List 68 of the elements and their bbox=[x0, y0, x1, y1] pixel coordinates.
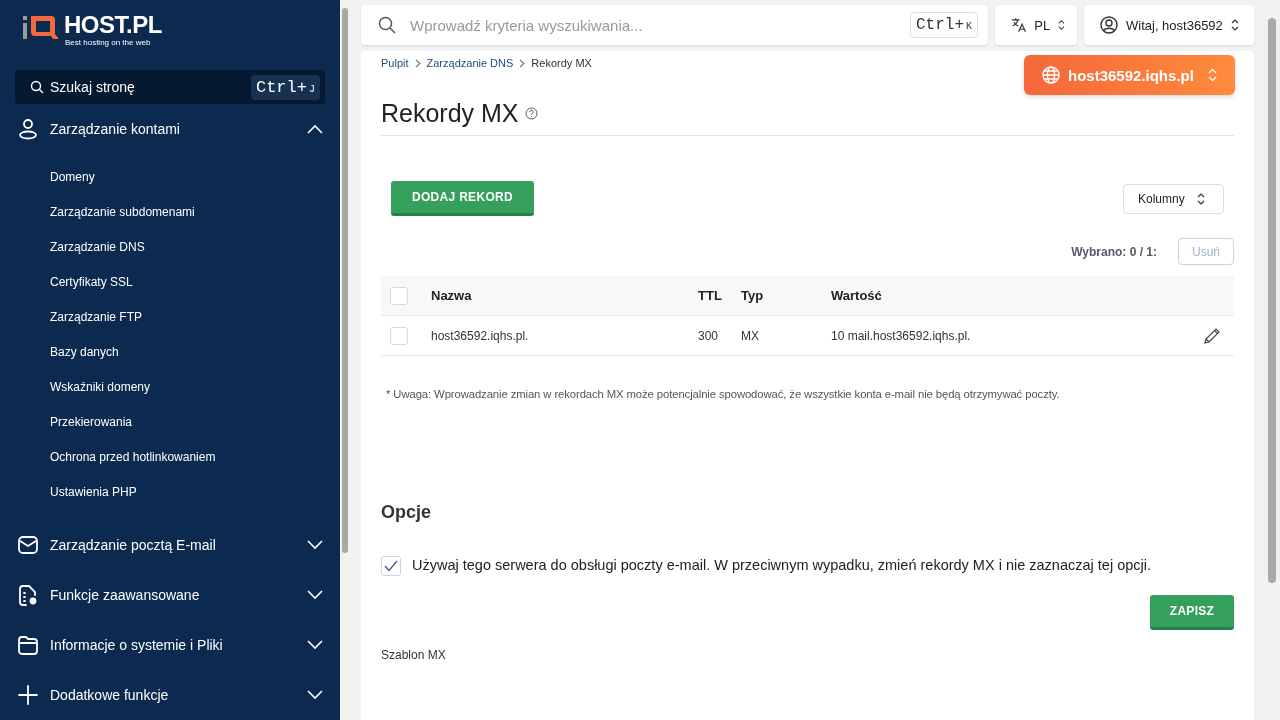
table-cell-text: MX bbox=[741, 328, 760, 343]
table-cell-text: host36592.iqhs.pl. bbox=[431, 328, 530, 343]
search-field[interactable]: Szukaj stronę Ctrl+J bbox=[15, 70, 325, 104]
chevron-right-icon bbox=[414, 58, 421, 68]
sort-icon bbox=[1230, 19, 1239, 31]
menu-item[interactable]: Przekierowania bbox=[0, 405, 340, 440]
logo-name: HOST.PL bbox=[64, 12, 162, 38]
menu-item[interactable]: Certyfikaty SSL bbox=[0, 265, 340, 300]
checkbox-label: Używaj tego serwera do obsługi poczty e-mail. W przeciwnym wypadku, zmień rekordy MX i nie zaznaczaj tej opcji. bbox=[412, 556, 1151, 575]
search-field[interactable]: Wprowadź kryteria wyszukiwania... Ctrl+K bbox=[361, 5, 988, 45]
section-heading: Opcje bbox=[381, 502, 433, 523]
translate-icon bbox=[1011, 16, 1027, 34]
menu-group[interactable]: Zarządzanie pocztą E-mail bbox=[0, 520, 340, 570]
column-header: Typ bbox=[741, 288, 765, 303]
menu-item[interactable]: Zarządzanie FTP bbox=[0, 300, 340, 335]
table-cell-text: 300 bbox=[698, 328, 720, 343]
menu-item[interactable]: Wskaźniki domeny bbox=[0, 370, 340, 405]
scrollbar-thumb[interactable] bbox=[1268, 18, 1276, 583]
user-icon bbox=[17, 118, 39, 140]
table-cell-text: 10 mail.host36592.iqhs.pl. bbox=[831, 328, 972, 343]
menu-group[interactable]: Zarządzanie kontami bbox=[0, 104, 340, 154]
chevron-down-icon bbox=[307, 540, 323, 550]
menu-item[interactable]: Ustawienia PHP bbox=[0, 475, 340, 510]
search-icon bbox=[378, 16, 396, 34]
menu-group[interactable]: Funkcje zaawansowane bbox=[0, 570, 340, 620]
checkbox[interactable] bbox=[381, 556, 401, 576]
column-header: Wartość bbox=[831, 288, 883, 303]
sort-icon bbox=[1196, 192, 1205, 205]
shortcut-hint: Ctrl+K bbox=[909, 12, 978, 38]
plus-icon bbox=[17, 684, 39, 706]
globe-icon bbox=[1042, 66, 1060, 84]
checkbox[interactable] bbox=[390, 286, 408, 305]
user-icon bbox=[1100, 16, 1118, 34]
breadcrumb-link[interactable]: Pulpit bbox=[381, 57, 409, 69]
breadcrumb-current: Rekordy MX bbox=[531, 57, 592, 69]
sort-icon bbox=[1058, 19, 1065, 31]
menu-item[interactable]: Ochrona przed hotlinkowaniem bbox=[0, 440, 340, 475]
logo-tagline: Best hosting on the web bbox=[65, 38, 152, 47]
search-icon bbox=[30, 80, 44, 94]
envelope-icon bbox=[17, 534, 39, 556]
menu-item[interactable]: Zarządzanie DNS bbox=[0, 230, 340, 265]
sort-icon bbox=[1208, 68, 1217, 82]
language-select[interactable]: PL bbox=[995, 5, 1077, 45]
menu-group[interactable]: Dodatkowe funkcje bbox=[0, 670, 340, 720]
menu-item[interactable]: Bazy danych bbox=[0, 335, 340, 370]
menu-group[interactable]: Informacje o systemie i Pliki bbox=[0, 620, 340, 670]
breadcrumb-link[interactable]: Zarządzanie DNS bbox=[426, 57, 514, 69]
warning-note: * Uwaga: Wprowadzanie zmian w rekordach MX może potencjalnie spowodować, że wszystkie konta e-mail nie będą otrzymywać poczty. bbox=[386, 388, 1061, 400]
menu-item[interactable]: Domeny bbox=[0, 160, 340, 195]
menu-item[interactable]: Zarządzanie subdomenami bbox=[0, 195, 340, 230]
column-header: Nazwa bbox=[431, 288, 473, 303]
chevron-up-icon bbox=[307, 124, 323, 134]
chevron-right-icon bbox=[519, 58, 526, 68]
scrollbar-thumb[interactable] bbox=[342, 8, 348, 553]
user-menu[interactable]: Witaj, host36592 bbox=[1084, 5, 1254, 45]
selection-count: Wybrano: 0 / 1: bbox=[1071, 244, 1157, 259]
columns-select[interactable]: Kolumny bbox=[1123, 183, 1224, 214]
shortcut-hint: Ctrl+J bbox=[250, 74, 320, 100]
section-heading: Szablon MX bbox=[381, 648, 447, 662]
chevron-down-icon bbox=[307, 640, 323, 650]
column-header: TTL bbox=[698, 288, 723, 303]
help-icon[interactable] bbox=[524, 106, 538, 120]
document-gear-icon bbox=[17, 584, 39, 606]
folder-icon bbox=[17, 634, 39, 656]
checkbox[interactable] bbox=[390, 326, 408, 345]
chevron-down-icon bbox=[307, 690, 323, 700]
chevron-down-icon bbox=[307, 590, 323, 600]
page-title: Rekordy MX bbox=[381, 98, 519, 128]
